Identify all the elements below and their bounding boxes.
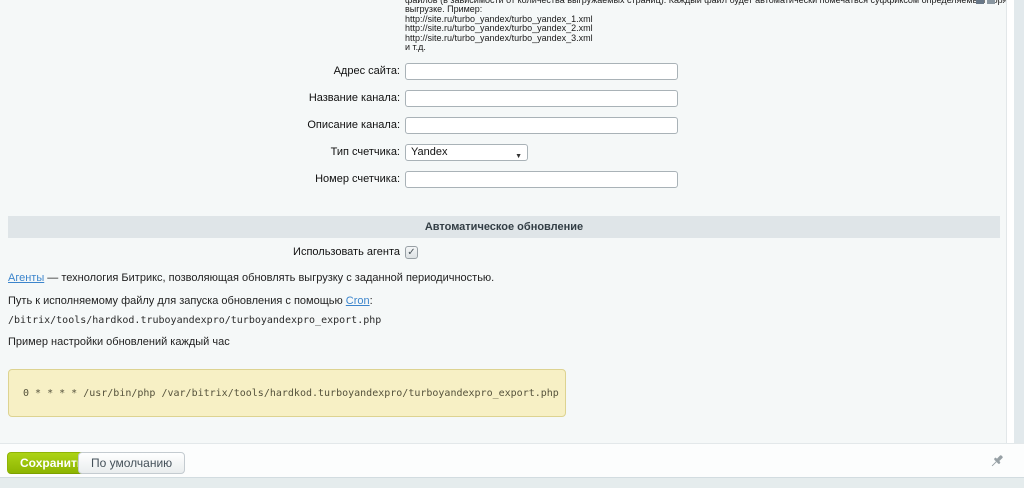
channel-description-input[interactable] bbox=[405, 117, 678, 134]
channel-name-input[interactable] bbox=[405, 90, 678, 107]
default-button[interactable]: По умолчанию bbox=[78, 452, 185, 474]
cron-link[interactable]: Cron bbox=[346, 295, 370, 307]
agents-note-text: — технология Битрикс, позволяющая обновл… bbox=[44, 272, 494, 284]
agents-note: Агенты — технология Битрикс, позволяющая… bbox=[8, 272, 494, 284]
counter-type-selected-value: Yandex bbox=[411, 146, 448, 158]
channel-description-label: Описание канала: bbox=[0, 117, 400, 134]
counter-type-label: Тип счетчика: bbox=[0, 144, 400, 161]
counter-type-select[interactable]: Yandex ▼ bbox=[405, 144, 528, 161]
page-bottom-strip bbox=[0, 477, 1024, 488]
scrollbar-track[interactable] bbox=[1014, 0, 1024, 444]
description-line-1: файлов (в зависимости от количества выгр… bbox=[405, 0, 1007, 5]
toolbar-icon-fragment-1[interactable] bbox=[976, 0, 984, 4]
toolbar-icon-fragment-2[interactable] bbox=[987, 0, 995, 4]
settings-panel: файлов (в зависимости от количества выгр… bbox=[0, 0, 1007, 443]
site-address-input[interactable] bbox=[405, 63, 678, 80]
channel-name-label: Название канала: bbox=[0, 90, 400, 107]
agents-link[interactable]: Агенты bbox=[8, 272, 44, 284]
cron-example-line: 0 * * * * /usr/bin/php /var/bitrix/tools… bbox=[23, 388, 559, 399]
check-icon: ✓ bbox=[407, 247, 415, 258]
cron-note-text: Путь к исполняемому файлу для запуска об… bbox=[8, 295, 346, 307]
cron-example-caption: Пример настройки обновлений каждый час bbox=[8, 336, 230, 348]
counter-number-input[interactable] bbox=[405, 171, 678, 188]
export-script-path: /bitrix/tools/hardkod.truboyandexpro/tur… bbox=[8, 315, 381, 326]
cron-note-colon: : bbox=[370, 295, 373, 307]
cron-example-box: 0 * * * * /usr/bin/php /var/bitrix/tools… bbox=[8, 369, 566, 417]
cron-note: Путь к исполняемому файлу для запуска об… bbox=[8, 295, 373, 307]
example-url-3: http://site.ru/turbo_yandex/turbo_yandex… bbox=[405, 34, 1007, 43]
site-address-label: Адрес сайта: bbox=[0, 63, 400, 80]
auto-update-section-header: Автоматическое обновление bbox=[8, 216, 1000, 238]
counter-number-label: Номер счетчика: bbox=[0, 171, 400, 188]
use-agent-checkbox[interactable]: ✓ bbox=[405, 246, 418, 259]
pin-panel-icon[interactable] bbox=[989, 453, 1005, 469]
action-bar: Сохранить По умолчанию bbox=[0, 443, 1024, 478]
chevron-down-icon: ▼ bbox=[515, 149, 522, 164]
export-files-description: файлов (в зависимости от количества выгр… bbox=[405, 0, 1007, 52]
use-agent-label: Использовать агента bbox=[0, 246, 400, 259]
description-etc: и т.д. bbox=[405, 43, 1007, 52]
